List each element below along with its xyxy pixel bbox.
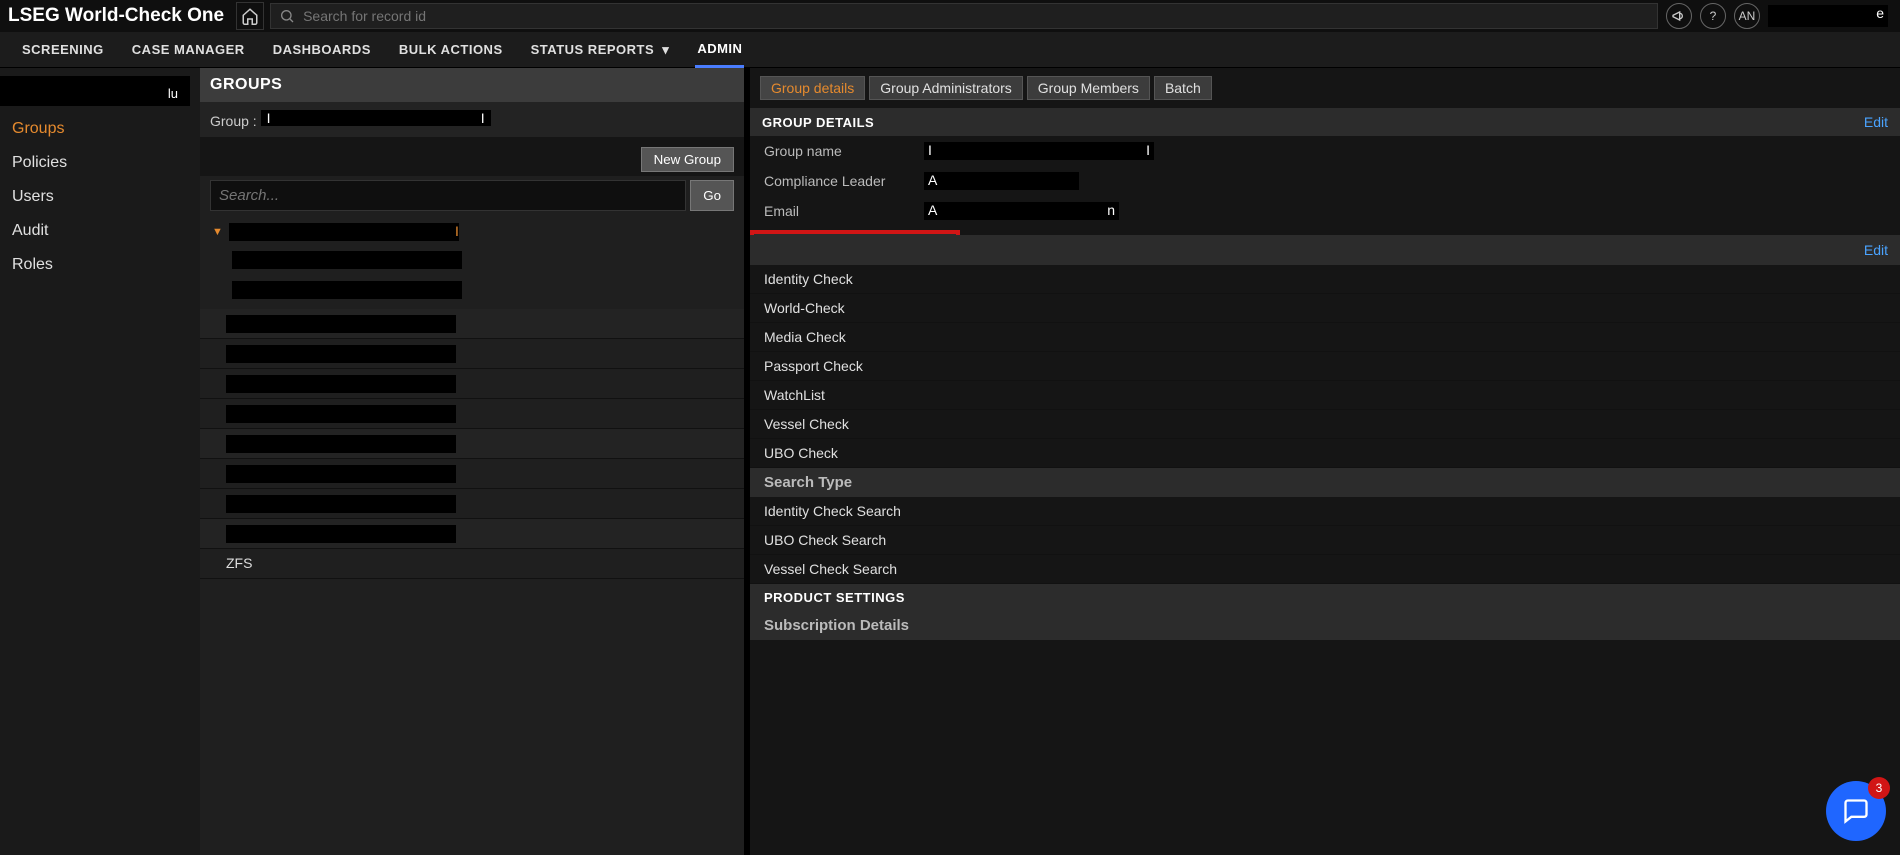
- entitlement-item: Media Check: [750, 323, 1900, 352]
- admin-sidebar: lu Groups Policies Users Audit Roles: [0, 68, 200, 855]
- search-type-item: UBO Check Search: [750, 526, 1900, 555]
- group-details-section-header: GROUP DETAILS Edit: [750, 108, 1900, 136]
- tab-group-details[interactable]: Group details: [760, 76, 865, 100]
- email-value-right: n: [1107, 202, 1115, 218]
- group-tree-root-right: I: [455, 223, 459, 239]
- group-tree-root-name: I: [229, 223, 459, 241]
- group-tree-child-name: [232, 281, 462, 299]
- list-item[interactable]: [200, 489, 744, 519]
- chat-button[interactable]: 3: [1826, 781, 1886, 841]
- entitlement-item: WatchList: [750, 381, 1900, 410]
- nav-dashboards[interactable]: DASHBOARDS: [271, 33, 373, 66]
- tab-batch[interactable]: Batch: [1154, 76, 1212, 100]
- entitlement-item: UBO Check: [750, 439, 1900, 468]
- list-item[interactable]: ZFS: [200, 549, 744, 579]
- tree-collapse-icon[interactable]: ▼: [212, 226, 223, 238]
- subscription-details-header: Subscription Details: [750, 611, 1900, 640]
- new-group-button[interactable]: New Group: [641, 147, 734, 172]
- entitlement-item: Passport Check: [750, 352, 1900, 381]
- sidebar-item-roles[interactable]: Roles: [0, 248, 200, 282]
- nav-bulk-actions[interactable]: BULK ACTIONS: [397, 33, 505, 66]
- chat-badge: 3: [1868, 777, 1890, 799]
- tab-group-members[interactable]: Group Members: [1027, 76, 1150, 100]
- group-search-go-button[interactable]: Go: [690, 180, 734, 211]
- main-nav: SCREENING CASE MANAGER DASHBOARDS BULK A…: [0, 32, 1900, 68]
- username-display: e: [1768, 5, 1888, 27]
- chevron-down-icon: ▾: [662, 42, 669, 57]
- home-button[interactable]: [236, 2, 264, 30]
- group-breadcrumb-label: Group :: [210, 113, 257, 129]
- group-search-input[interactable]: [210, 180, 686, 211]
- search-type-header: Search Type: [750, 468, 1900, 497]
- group-breadcrumb-value-left: I: [267, 110, 271, 126]
- avatar-button[interactable]: AN: [1734, 3, 1760, 29]
- group-tree-child[interactable]: [210, 275, 734, 305]
- nav-case-manager[interactable]: CASE MANAGER: [130, 33, 247, 66]
- compliance-leader-label: Compliance Leader: [764, 173, 924, 189]
- sidebar-subtitle: lu: [0, 76, 190, 106]
- group-breadcrumb: Group : I I: [200, 102, 744, 137]
- group-name-value-left: I: [928, 142, 932, 158]
- list-item[interactable]: [200, 369, 744, 399]
- detail-row-group-name: Group name I I: [750, 136, 1900, 166]
- detail-tabs: Group details Group Administrators Group…: [750, 72, 1900, 104]
- entitlement-item: Vessel Check: [750, 410, 1900, 439]
- group-tree-root[interactable]: ▼ I: [210, 219, 734, 245]
- edit-product-entitlements-link[interactable]: Edit: [1864, 242, 1888, 258]
- announcements-button[interactable]: [1666, 3, 1692, 29]
- avatar-initials: AN: [1739, 9, 1756, 23]
- group-tree: ▼ I: [200, 219, 744, 305]
- groups-title: GROUPS: [200, 68, 744, 102]
- group-tree-child-name: [232, 251, 462, 269]
- sidebar-item-users[interactable]: Users: [0, 180, 200, 214]
- group-name-label: Group name: [764, 143, 924, 159]
- detail-row-compliance-leader: Compliance Leader A: [750, 166, 1900, 196]
- list-item[interactable]: [200, 339, 744, 369]
- nav-admin[interactable]: ADMIN: [695, 32, 744, 68]
- search-icon: [279, 8, 295, 24]
- entitlement-item: World-Check: [750, 294, 1900, 323]
- email-value: A n: [924, 202, 1119, 220]
- email-label: Email: [764, 203, 924, 219]
- app-title: LSEG World-Check One: [8, 5, 236, 27]
- global-search[interactable]: [270, 3, 1658, 29]
- nav-status-reports-label: STATUS REPORTS: [531, 42, 655, 57]
- list-item[interactable]: [200, 429, 744, 459]
- list-item[interactable]: [200, 399, 744, 429]
- megaphone-icon: [1671, 8, 1687, 24]
- group-name-value: I I: [924, 142, 1154, 160]
- search-type-item: Identity Check Search: [750, 497, 1900, 526]
- group-name-value-right: I: [1146, 142, 1150, 158]
- tab-group-administrators[interactable]: Group Administrators: [869, 76, 1023, 100]
- nav-screening[interactable]: SCREENING: [20, 33, 106, 66]
- edit-group-details-link[interactable]: Edit: [1864, 114, 1888, 130]
- help-button[interactable]: ?: [1700, 3, 1726, 29]
- group-breadcrumb-value: I I: [261, 110, 491, 126]
- sidebar-item-audit[interactable]: Audit: [0, 214, 200, 248]
- list-item[interactable]: [200, 309, 744, 339]
- compliance-leader-value: A: [924, 172, 1079, 190]
- compliance-leader-value-left: A: [928, 172, 937, 188]
- groups-panel: GROUPS Group : I I New Group Go ▼ I: [200, 68, 750, 855]
- sidebar-item-groups[interactable]: Groups: [0, 112, 200, 146]
- group-details-title: GROUP DETAILS: [762, 115, 874, 130]
- group-detail-panel: Group details Group Administrators Group…: [750, 68, 1900, 855]
- group-breadcrumb-value-right: I: [481, 110, 485, 126]
- home-icon: [241, 7, 259, 25]
- help-icon: ?: [1710, 9, 1717, 23]
- sidebar-item-policies[interactable]: Policies: [0, 146, 200, 180]
- list-item[interactable]: [200, 519, 744, 549]
- email-value-left: A: [928, 202, 937, 218]
- group-tree-child[interactable]: [210, 245, 734, 275]
- detail-row-email: Email A n: [750, 196, 1900, 226]
- entitlement-item: Identity Check: [750, 265, 1900, 294]
- search-type-item: Vessel Check Search: [750, 555, 1900, 584]
- chat-icon: [1842, 797, 1870, 825]
- list-item[interactable]: [200, 459, 744, 489]
- global-search-input[interactable]: [303, 8, 1649, 24]
- product-settings-header: PRODUCT SETTINGS: [750, 584, 1900, 611]
- nav-status-reports[interactable]: STATUS REPORTS ▾: [529, 33, 672, 67]
